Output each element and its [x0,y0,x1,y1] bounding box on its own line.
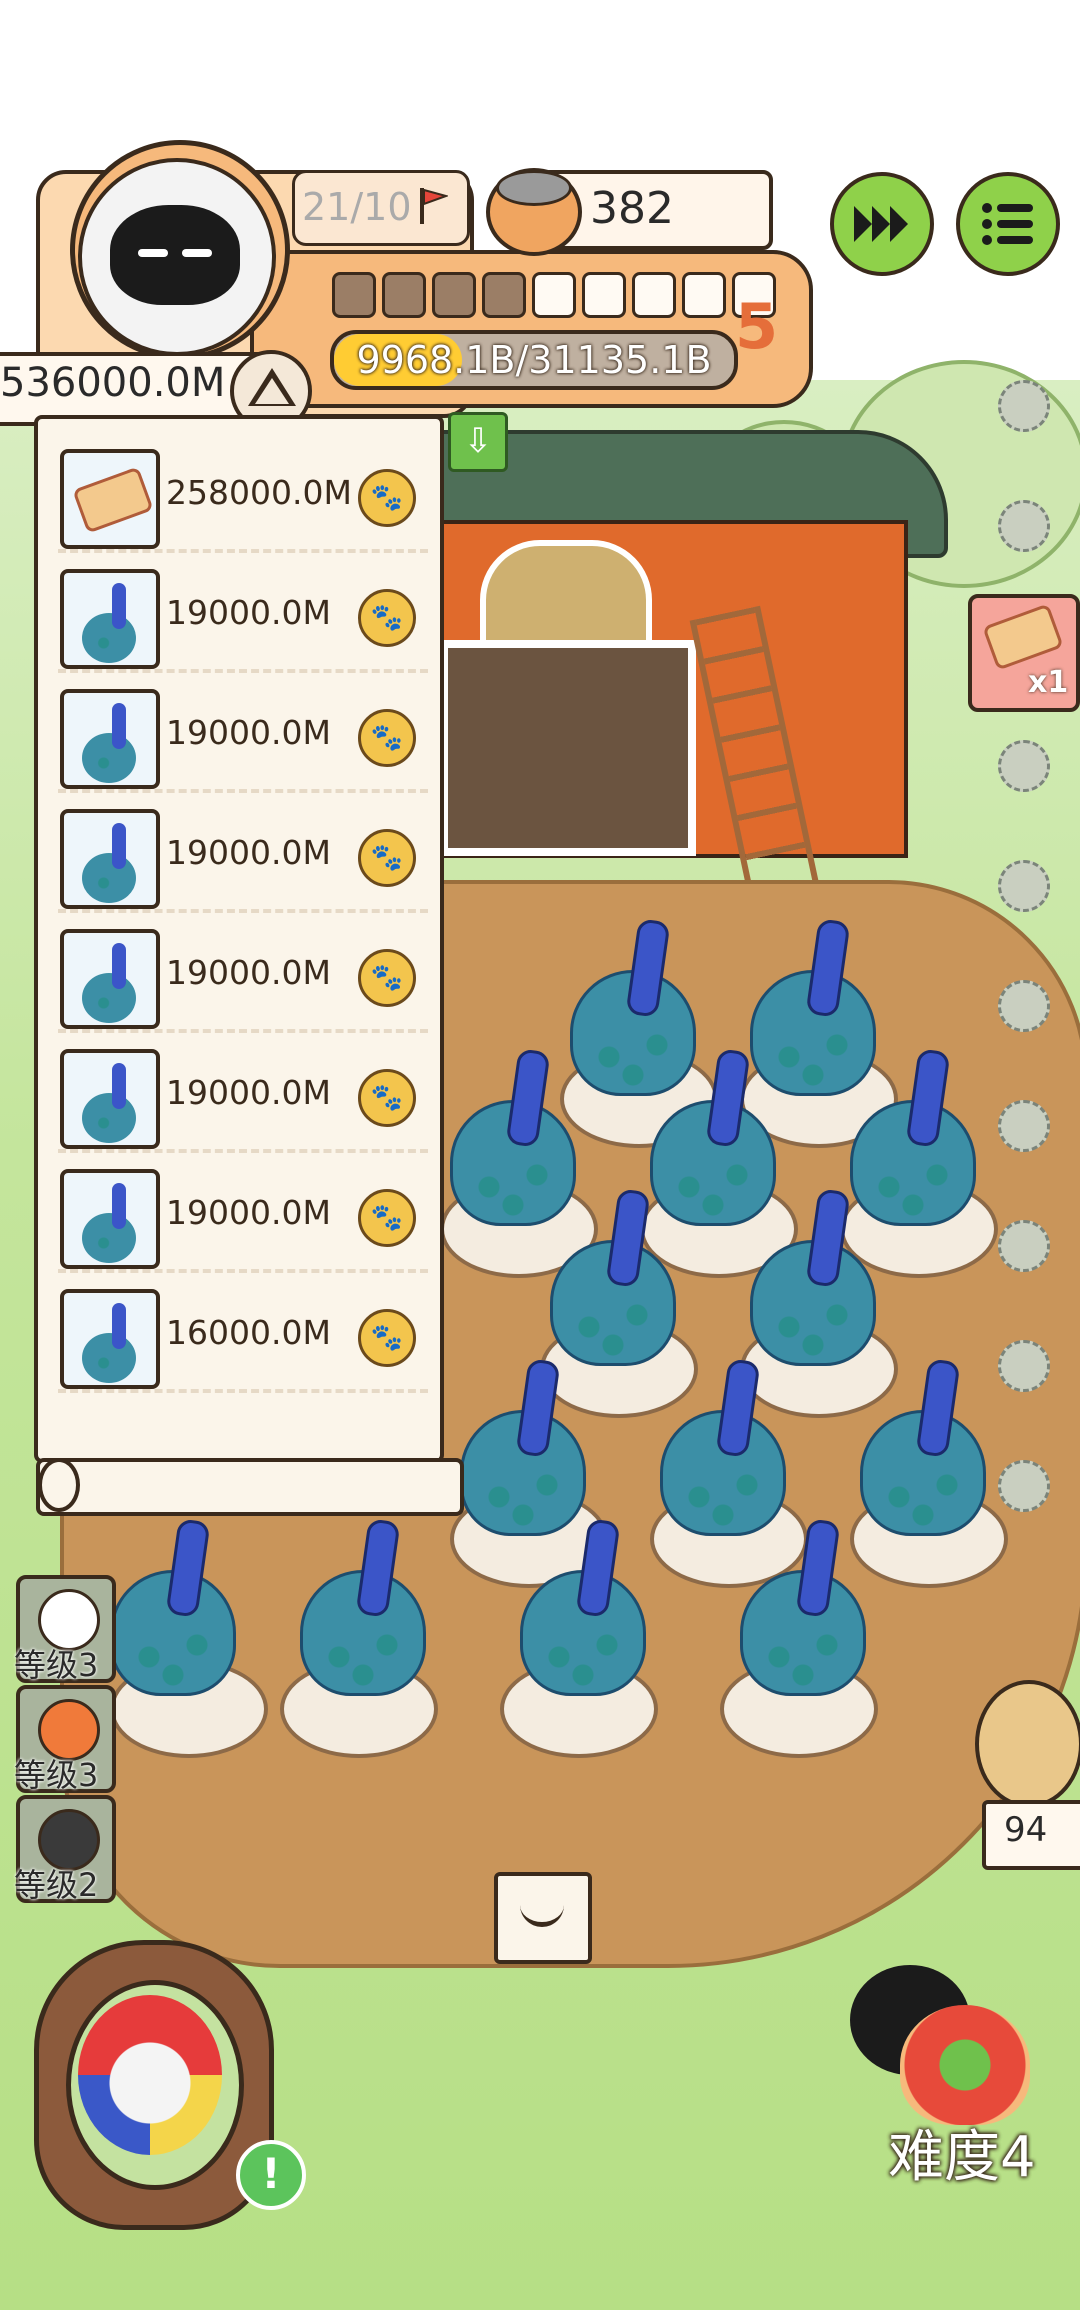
peacock[interactable] [860,1358,986,1536]
list-item[interactable]: 16000.0M 🐾 [58,1279,428,1393]
menu-button[interactable] [956,172,1060,276]
flag-icon [420,188,448,224]
empty-slot-icon[interactable] [998,1220,1050,1272]
scroll-item-icon [982,603,1064,671]
level-segment [432,272,476,318]
peacock[interactable] [660,1358,786,1536]
food-bowl-rim [496,170,572,206]
peacock-icon [60,809,160,909]
item-value: 19000.0M [166,1073,331,1112]
empty-slot-icon[interactable] [998,1340,1050,1392]
list-item[interactable]: 19000.0M 🐾 [58,1159,428,1273]
difficulty-label: 难度4 [888,2125,1036,2190]
empty-slot-icon[interactable] [998,860,1050,912]
peacock-icon [60,929,160,1029]
peacock[interactable] [550,1188,676,1366]
owl-count: 94 [1004,1810,1048,1850]
item-value: 19000.0M [166,953,331,992]
peacock[interactable] [460,1358,586,1536]
paw-coin-icon: 🐾 [358,1069,416,1127]
paw-coin-icon: 🐾 [358,829,416,887]
paw-coin-icon: 🐾 [358,589,416,647]
peacock[interactable] [520,1518,646,1696]
fast-forward-icon [854,206,908,242]
level-segment [582,272,626,318]
level-number: 5 [735,290,779,363]
empty-slot-icon[interactable] [998,500,1050,552]
peacock[interactable] [750,1188,876,1366]
skill-level-1: 等级3 [14,1646,99,1684]
item-value: 19000.0M [166,713,331,752]
empty-slot-icon[interactable] [998,980,1050,1032]
peacock[interactable] [740,1518,866,1696]
level-segment [382,272,426,318]
income-list-panel[interactable]: 258000.0M 🐾 19000.0M 🐾 19000.0M 🐾 19000.0M 🐾 190… [34,415,444,1463]
xp-progress-bar: 9968.1B/31135.1B [330,330,738,390]
paw-coin-icon: 🐾 [358,709,416,767]
stage-progress-text: 21/10 [302,185,412,229]
difficulty-button[interactable] [850,1965,1040,2135]
flame-emblem-icon [900,2005,1030,2125]
drawer-toggle-button[interactable] [494,1872,592,1964]
menu-list-icon [982,203,1033,245]
skill-level-2: 等级3 [14,1756,99,1794]
empty-slot-icon[interactable] [998,740,1050,792]
level-segment [632,272,676,318]
item-value: 16000.0M [166,1313,331,1352]
peacock[interactable] [110,1518,236,1696]
peacock-icon [60,1289,160,1389]
fast-forward-button[interactable] [830,172,934,276]
scroll-item-icon [60,449,160,549]
empty-slot-icon[interactable] [998,380,1050,432]
alert-icon[interactable]: ! [236,2140,306,2210]
paw-coin-icon: 🐾 [358,1189,416,1247]
paw-coin-icon: 🐾 [358,1309,416,1367]
level-segment [682,272,726,318]
clown-icon [78,1995,222,2155]
sort-icon: ⇩ [463,421,493,461]
empty-slot-icon[interactable] [998,1100,1050,1152]
level-segment [532,272,576,318]
level-segments [332,272,776,318]
skill-level-3: 等级2 [14,1866,99,1904]
paw-coin-icon: 🐾 [358,469,416,527]
list-item[interactable]: 19000.0M 🐾 [58,1039,428,1153]
peacock-icon [60,569,160,669]
list-item[interactable]: 258000.0M 🐾 [58,439,428,553]
level-segment [332,272,376,318]
reward-count: x1 [1028,665,1069,700]
list-item[interactable]: 19000.0M 🐾 [58,559,428,673]
coin-count: 382 [590,183,674,234]
list-item[interactable]: 19000.0M 🐾 [58,919,428,1033]
peacock[interactable] [300,1518,426,1696]
barn-door [440,640,696,856]
barn-loft [480,540,652,652]
item-value: 19000.0M [166,833,331,872]
peacock-icon [60,1169,160,1269]
level-segment [482,272,526,318]
barn [420,430,948,858]
scroll-bottom-roll [36,1458,464,1516]
paw-coin-icon: 🐾 [358,949,416,1007]
owl-icon[interactable] [975,1680,1080,1808]
chevron-down-icon [520,1902,564,1927]
item-value: 19000.0M [166,1193,331,1232]
peacock-icon [60,1049,160,1149]
peacock-icon [60,689,160,789]
list-item[interactable]: 19000.0M 🐾 [58,679,428,793]
empty-slot-icon[interactable] [998,1460,1050,1512]
sort-button[interactable]: ⇩ [448,412,508,472]
item-value: 258000.0M [166,473,352,512]
black-cat-avatar-icon [110,205,240,305]
total-value: 536000.0M [0,360,226,406]
scroll-curl [38,1458,80,1512]
list-item[interactable]: 19000.0M 🐾 [58,799,428,913]
xp-progress-text: 9968.1B/31135.1B [356,338,712,382]
item-value: 19000.0M [166,593,331,632]
